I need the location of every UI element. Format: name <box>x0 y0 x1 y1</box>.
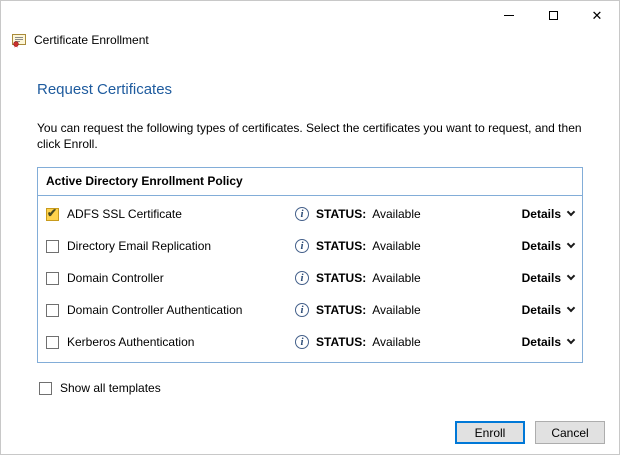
details-button[interactable]: Details <box>521 207 576 222</box>
status-value: Available <box>372 335 421 350</box>
show-all-templates-row: Show all templates <box>39 381 583 395</box>
status-value: Available <box>372 303 421 318</box>
wizard-content: Request Certificates You can request the… <box>1 81 619 364</box>
chevron-down-icon <box>566 208 576 217</box>
details-label: Details <box>521 207 561 222</box>
minimize-icon <box>504 14 514 16</box>
status-group: i STATUS: Available <box>295 335 421 350</box>
enrollment-policy-box: Active Directory Enrollment Policy ✔ ADF… <box>37 167 583 364</box>
status-value: Available <box>372 271 421 286</box>
checkmark-icon: ✔ <box>47 205 58 220</box>
status-label: STATUS: <box>316 271 367 286</box>
details-button[interactable]: Details <box>521 271 576 286</box>
template-label: Domain Controller <box>67 271 164 286</box>
info-icon: i <box>295 335 309 350</box>
maximize-icon <box>548 10 558 20</box>
template-row: Directory Email Replication i STATUS: Av… <box>38 230 582 262</box>
chevron-down-icon <box>566 304 576 313</box>
template-checkbox[interactable] <box>46 271 59 285</box>
template-row: Domain Controller i STATUS: Available De… <box>38 262 582 294</box>
template-row: ✔ ADFS SSL Certificate i STATUS: Availab… <box>38 198 582 230</box>
titlebar: ✕ <box>1 1 619 29</box>
app-title: Certificate Enrollment <box>34 33 149 47</box>
app-header: Certificate Enrollment <box>1 29 619 51</box>
show-all-templates-checkbox[interactable] <box>39 381 52 395</box>
status-group: i STATUS: Available <box>295 239 421 254</box>
close-button[interactable]: ✕ <box>575 1 619 29</box>
status-group: i STATUS: Available <box>295 271 421 286</box>
template-label: Domain Controller Authentication <box>67 303 243 318</box>
cancel-button[interactable]: Cancel <box>535 421 605 444</box>
certificate-icon <box>12 34 26 48</box>
details-label: Details <box>521 271 561 286</box>
certificate-enrollment-window: { "window": { "app_title": "Certificate … <box>0 0 620 455</box>
template-label: ADFS SSL Certificate <box>67 207 182 222</box>
details-label: Details <box>521 335 561 350</box>
status-label: STATUS: <box>316 207 367 222</box>
status-label: STATUS: <box>316 239 367 254</box>
info-icon: i <box>295 207 309 222</box>
footer-buttons: Enroll Cancel <box>455 421 605 444</box>
details-button[interactable]: Details <box>521 239 576 254</box>
policy-rows: ✔ ADFS SSL Certificate i STATUS: Availab… <box>38 196 582 362</box>
template-label: Kerberos Authentication <box>67 335 195 350</box>
enroll-button[interactable]: Enroll <box>455 421 525 444</box>
status-label: STATUS: <box>316 303 367 318</box>
show-all-templates-label: Show all templates <box>60 381 161 396</box>
template-checkbox[interactable] <box>46 239 59 253</box>
details-label: Details <box>521 303 561 318</box>
chevron-down-icon <box>566 336 576 345</box>
chevron-down-icon <box>566 272 576 281</box>
details-label: Details <box>521 239 561 254</box>
template-checkbox[interactable] <box>46 335 59 349</box>
template-row: Kerberos Authentication i STATUS: Availa… <box>38 326 582 358</box>
policy-header: Active Directory Enrollment Policy <box>38 168 582 197</box>
page-title: Request Certificates <box>37 81 173 98</box>
status-label: STATUS: <box>316 335 367 350</box>
info-icon: i <box>295 239 309 254</box>
maximize-button[interactable] <box>531 1 575 29</box>
chevron-down-icon <box>566 240 576 249</box>
info-icon: i <box>295 303 309 318</box>
close-icon: ✕ <box>591 7 603 23</box>
template-row: Domain Controller Authentication i STATU… <box>38 294 582 326</box>
page-description: You can request the following types of c… <box>37 121 582 152</box>
status-value: Available <box>372 239 421 254</box>
status-group: i STATUS: Available <box>295 207 421 222</box>
minimize-button[interactable] <box>487 1 531 29</box>
details-button[interactable]: Details <box>521 335 576 350</box>
info-icon: i <box>295 271 309 286</box>
details-button[interactable]: Details <box>521 303 576 318</box>
status-value: Available <box>372 207 421 222</box>
template-label: Directory Email Replication <box>67 239 212 254</box>
template-checkbox[interactable]: ✔ <box>46 205 59 221</box>
template-checkbox[interactable] <box>46 303 59 317</box>
status-group: i STATUS: Available <box>295 303 421 318</box>
